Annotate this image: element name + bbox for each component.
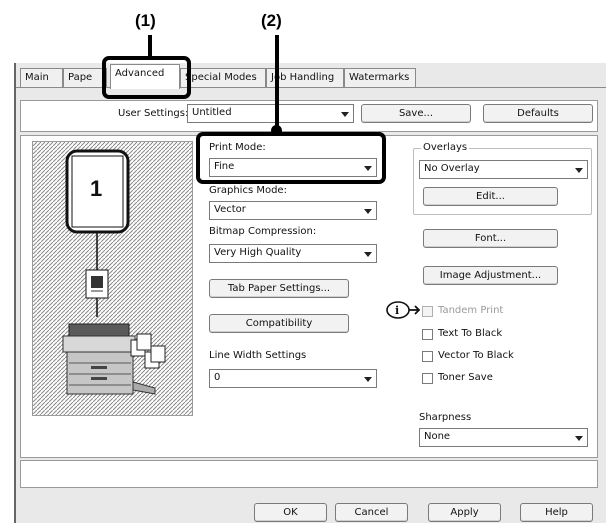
- chevron-down-icon: [575, 168, 583, 173]
- text-to-black-label: Text To Black: [438, 328, 503, 339]
- document-icon: [85, 269, 109, 299]
- status-strip: [20, 460, 598, 488]
- overlays-value: No Overlay: [424, 163, 480, 174]
- preview-area: [32, 141, 193, 416]
- chevron-down-icon: [364, 209, 372, 214]
- chevron-down-icon: [341, 112, 349, 117]
- callout-dot-2: [271, 125, 282, 136]
- printer-preview-illustration: [33, 142, 192, 415]
- chevron-down-icon: [364, 377, 372, 382]
- edit-overlay-button[interactable]: Edit...: [423, 187, 558, 206]
- vector-to-black-checkbox[interactable]: [422, 351, 433, 362]
- help-button[interactable]: Help: [520, 503, 593, 522]
- svg-text:i: i: [395, 304, 399, 317]
- tandem-print-label: Tandem Print: [438, 305, 504, 316]
- chevron-down-icon: [364, 252, 372, 257]
- graphics-mode-value: Vector: [214, 204, 246, 215]
- vector-to-black-label: Vector To Black: [438, 350, 514, 361]
- ok-button[interactable]: OK: [254, 503, 327, 522]
- cancel-button[interactable]: Cancel: [335, 503, 408, 522]
- sharpness-label: Sharpness: [419, 412, 472, 423]
- chevron-down-icon: [575, 436, 583, 441]
- line-width-label: Line Width Settings: [209, 350, 307, 361]
- font-button[interactable]: Font...: [423, 229, 558, 248]
- sharpness-select[interactable]: None: [419, 428, 588, 447]
- tandem-print-checkbox[interactable]: [422, 306, 433, 317]
- callout-label-2: (2): [261, 11, 282, 30]
- bitmap-compression-value: Very High Quality: [214, 247, 302, 258]
- tab-main[interactable]: Main: [20, 68, 63, 87]
- callout-line-1: [148, 35, 152, 57]
- bitmap-compression-select[interactable]: Very High Quality: [209, 244, 377, 263]
- overlays-select[interactable]: No Overlay: [419, 160, 588, 179]
- overlays-label: Overlays: [421, 142, 470, 153]
- user-settings-value: Untitled: [192, 107, 232, 118]
- user-settings-label: User Settings:: [118, 108, 189, 119]
- line-width-select[interactable]: 0: [209, 369, 377, 388]
- image-adjustment-button[interactable]: Image Adjustment...: [423, 266, 558, 285]
- callout-box-advanced-tab: [102, 56, 191, 99]
- tab-paper[interactable]: Pape: [63, 68, 107, 87]
- sharpness-value: None: [424, 431, 451, 442]
- bitmap-compression-label: Bitmap Compression:: [209, 226, 317, 237]
- tab-watermarks[interactable]: Watermarks: [344, 68, 416, 87]
- callout-label-1: (1): [135, 11, 156, 30]
- callout-box-print-mode: [196, 132, 386, 184]
- info-icon: i: [386, 301, 422, 322]
- graphics-mode-select[interactable]: Vector: [209, 201, 377, 220]
- user-settings-select[interactable]: Untitled: [187, 104, 354, 123]
- toner-save-label: Toner Save: [438, 372, 493, 383]
- line-width-value: 0: [214, 372, 221, 383]
- apply-button[interactable]: Apply: [428, 503, 501, 522]
- tab-special-modes[interactable]: Special Modes: [180, 68, 266, 87]
- graphics-mode-label: Graphics Mode:: [209, 185, 287, 196]
- defaults-button[interactable]: Defaults: [483, 104, 593, 123]
- toner-save-checkbox[interactable]: [422, 373, 433, 384]
- page-preview-number: 1: [90, 176, 103, 201]
- text-to-black-checkbox[interactable]: [422, 329, 433, 340]
- tab-paper-settings-button[interactable]: Tab Paper Settings...: [209, 279, 349, 298]
- compatibility-button[interactable]: Compatibility: [209, 314, 349, 333]
- save-button[interactable]: Save...: [361, 104, 471, 123]
- callout-line-2: [275, 35, 279, 132]
